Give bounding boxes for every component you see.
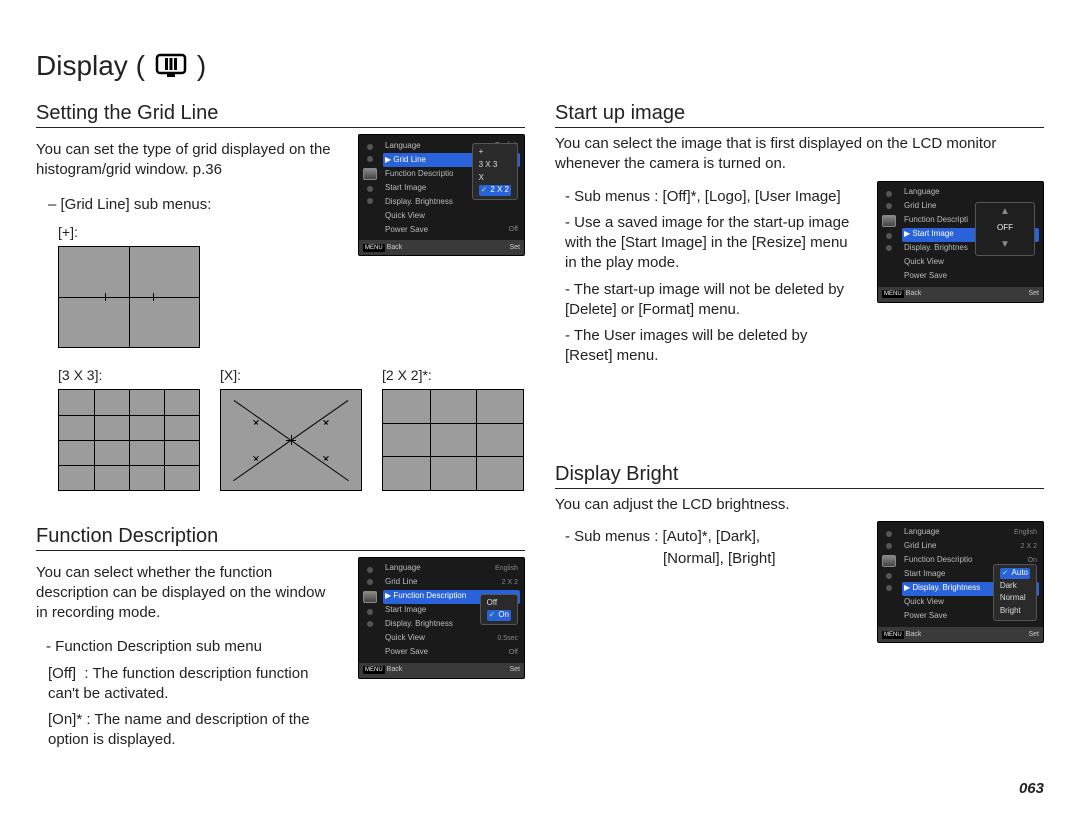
grid-item-plus-label: [+]:: [58, 223, 340, 242]
cam-menu-row: Grid Line2 X 2: [383, 576, 520, 590]
grid-intro: You can set the type of grid displayed o…: [36, 140, 340, 181]
camera-screenshot-gridline: LanguageEnglish▶ Grid LineFunction Descr…: [358, 134, 525, 256]
section-grid-line: Setting the Grid Line You can set the ty…: [36, 102, 525, 491]
bright-intro: You can adjust the LCD brightness.: [555, 495, 1044, 515]
camera-screenshot-startup: LanguageGrid LineFunction Descripti▶ Sta…: [877, 181, 1044, 303]
heading-display-bright: Display Bright: [555, 463, 1044, 489]
two-column-layout: Setting the Grid Line You can set the ty…: [36, 102, 1044, 785]
section-function-description: Function Description You can select whet…: [36, 525, 525, 757]
camera-screenshot-funcdesc: LanguageEnglishGrid Line2 X 2▶ Function …: [358, 557, 525, 679]
startup-intro: You can select the image that is first d…: [555, 134, 1044, 175]
bright-sub1: - Sub menus : [Auto]*, [Dark],: [565, 527, 859, 547]
cam-menu-row: Quick View: [383, 209, 520, 223]
manual-page: Display ( ) Setting the Grid Line You c: [0, 0, 1080, 815]
func-sub-label: - Function Description sub menu: [46, 637, 340, 657]
cam-submenu-option: Bright: [1000, 606, 1030, 617]
cam-menu-row: Power SaveOff: [383, 223, 520, 237]
title-text: Display (: [36, 50, 145, 82]
grid-thumb-2x2: [382, 389, 524, 491]
cam-back: Back: [906, 290, 922, 297]
cam-menu-row: Quick View0.5sec: [383, 632, 520, 646]
cam-menu-row: Language: [902, 186, 1039, 200]
heading-func-desc: Function Description: [36, 525, 525, 551]
display-icon: [155, 53, 187, 79]
heading-startup: Start up image: [555, 102, 1044, 128]
startup-off-label: OFF: [997, 223, 1013, 234]
page-title: Display ( ): [36, 50, 1044, 82]
cam-submenu-option: ✓2 X 2: [479, 185, 511, 196]
cam-set: Set: [1028, 630, 1039, 639]
bright-sub2: [Normal], [Bright]: [663, 549, 859, 569]
section-display-bright: Display Bright You can adjust the LCD br…: [555, 463, 1044, 643]
cam-menu-row: LanguageEnglish: [902, 526, 1039, 540]
cam-menu-row: Power SaveOff: [383, 646, 520, 660]
cam-submenu-option: ✓Auto: [1000, 568, 1030, 579]
title-suffix: ): [197, 50, 206, 82]
startup-bullet-3: - The User images will be deleted by [Re…: [565, 326, 859, 367]
cam-set: Set: [509, 243, 520, 252]
cam-menu-row: Grid Line2 X 2: [902, 540, 1039, 554]
left-column: Setting the Grid Line You can set the ty…: [36, 102, 525, 785]
camera-screenshot-bright: LanguageEnglishGrid Line2 X 2Function De…: [877, 521, 1044, 643]
page-number: 063: [1019, 780, 1044, 797]
cam-submenu-option: Normal: [1000, 593, 1030, 604]
cam-submenu-option: Dark: [1000, 581, 1030, 592]
grid-submenu-label: – [Grid Line] sub menus:: [48, 195, 340, 215]
func-on: [On]* : The name and description of the …: [48, 710, 340, 751]
cam-back: Back: [387, 244, 403, 251]
cam-back: Back: [387, 666, 403, 673]
grid-item-3x3-label: [3 X 3]:: [58, 366, 102, 385]
cam-menu-row: LanguageEnglish: [383, 562, 520, 576]
grid-thumb-x: [220, 389, 362, 491]
func-intro: You can select whether the function desc…: [36, 563, 340, 624]
grid-thumb-3x3: [58, 389, 200, 491]
section-startup-image: Start up image You can select the image …: [555, 102, 1044, 373]
func-off: [Off] : The function description functio…: [48, 664, 340, 705]
cam-set: Set: [509, 665, 520, 674]
startup-bullet-0: - Sub menus : [Off]*, [Logo], [User Imag…: [565, 187, 859, 207]
cam-submenu-option: ✓On: [487, 610, 511, 621]
grid-thumb-plus: [58, 246, 200, 348]
grid-item-2x2-label: [2 X 2]*:: [382, 366, 432, 385]
cam-menu-row: Power Save: [902, 270, 1039, 284]
cam-submenu-option: 3 X 3: [479, 160, 511, 171]
cam-back: Back: [906, 631, 922, 638]
right-column: Start up image You can select the image …: [555, 102, 1044, 785]
grid-item-x-label: [X]:: [220, 366, 241, 385]
startup-bullet-2: - The start-up image will not be deleted…: [565, 280, 859, 321]
startup-bullet-1: - Use a saved image for the start-up ima…: [565, 213, 859, 274]
cam-submenu-option: Off: [487, 598, 511, 609]
cam-menu-row: Quick View: [902, 256, 1039, 270]
cam-submenu-option: X: [479, 173, 511, 184]
cam-set: Set: [1028, 289, 1039, 298]
heading-grid-line: Setting the Grid Line: [36, 102, 525, 128]
cam-submenu-option: +: [479, 147, 511, 158]
